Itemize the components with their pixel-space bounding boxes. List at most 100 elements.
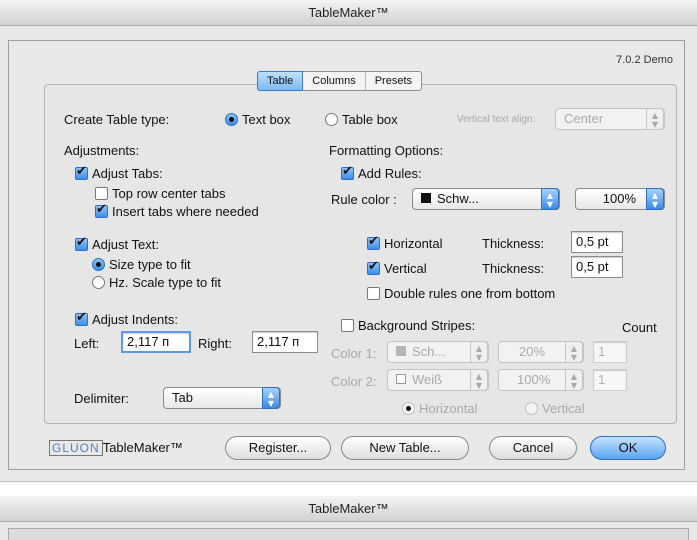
insert-tabs-checkbox[interactable]: Insert tabs where needed — [95, 202, 259, 219]
right-indent-label: Right: — [198, 336, 232, 351]
hz-scale-radio[interactable]: Hz. Scale type to fit — [92, 275, 221, 290]
rule-shade-value: 100% — [602, 191, 636, 206]
rule-shade-select[interactable]: 100% ▲ ▼ — [575, 188, 665, 210]
color1-count-field[interactable]: 1 — [593, 341, 627, 363]
dialog-panel-edge — [8, 528, 689, 540]
new-table-button[interactable]: New Table... — [341, 436, 469, 460]
delimiter-value: Tab — [172, 390, 193, 405]
color2-count-field[interactable]: 1 — [593, 369, 627, 391]
chevron-updown-icon: ▲ ▼ — [541, 188, 559, 210]
adjustments-heading: Adjustments: — [64, 143, 140, 158]
chevron-updown-icon: ▲ ▼ — [646, 188, 664, 210]
size-type-radio[interactable]: Size type to fit — [92, 257, 191, 272]
color2-shade-select[interactable]: 100% ▲ ▼ — [498, 369, 584, 391]
radio-indicator — [92, 276, 105, 289]
checkbox-indicator — [367, 259, 380, 275]
left-indent-label: Left: — [74, 336, 100, 351]
delimiter-label: Delimiter: — [74, 391, 129, 406]
adjust-tabs-checkbox[interactable]: Adjust Tabs: — [75, 164, 163, 181]
chevron-updown-icon: ▲ ▼ — [565, 341, 583, 363]
color-swatch-icon — [396, 346, 406, 356]
horizontal-rule-checkbox[interactable]: Horizontal — [367, 234, 443, 251]
color2-value: Weiß — [412, 372, 443, 387]
count-label: Count — [622, 320, 657, 335]
checkbox-indicator — [75, 164, 88, 180]
table-box-radio[interactable]: Table box — [325, 112, 398, 127]
add-rules-checkbox[interactable]: Add Rules: — [341, 164, 422, 181]
color2-select[interactable]: Weiß ▲ ▼ — [387, 369, 489, 391]
double-rules-checkbox[interactable]: Double rules one from bottom — [367, 286, 555, 301]
checkbox-indicator — [75, 235, 88, 251]
tab-table[interactable]: Table — [257, 71, 304, 91]
adjust-indents-checkbox[interactable]: Adjust Indents: — [75, 310, 178, 327]
stripe-horizontal-label: Horizontal — [419, 401, 478, 416]
create-table-label: Create Table type: — [64, 112, 170, 127]
v-thickness-label: Thickness: — [482, 261, 545, 276]
chevron-updown-icon: ▲ ▼ — [470, 369, 488, 391]
color1-shade-select[interactable]: 20% ▲ ▼ — [498, 341, 584, 363]
stripe-horizontal-radio[interactable]: Horizontal — [402, 401, 478, 416]
adjust-indents-label: Adjust Indents: — [92, 312, 178, 327]
color-swatch-icon — [421, 193, 431, 203]
gluon-logo: GLUON TableMaker™ — [49, 440, 183, 456]
adjust-text-checkbox[interactable]: Adjust Text: — [75, 235, 159, 252]
rule-color-label: Rule color : — [331, 192, 397, 207]
window-title: TableMaker™ — [0, 0, 697, 26]
adjust-tabs-label: Adjust Tabs: — [92, 166, 163, 181]
rule-color-value: Schw... — [437, 191, 479, 206]
color2-label: Color 2: — [331, 374, 377, 389]
size-type-label: Size type to fit — [109, 257, 191, 272]
stripe-vertical-label: Vertical — [542, 401, 585, 416]
color1-label: Color 1: — [331, 346, 377, 361]
add-rules-label: Add Rules: — [358, 166, 422, 181]
tab-columns[interactable]: Columns — [303, 72, 366, 90]
color2-shade-value: 100% — [517, 372, 551, 387]
chevron-updown-icon: ▲ ▼ — [565, 369, 583, 391]
checkbox-indicator — [367, 287, 380, 300]
h-thickness-label: Thickness: — [482, 236, 545, 251]
radio-indicator — [525, 402, 538, 415]
window-title: TableMaker™ — [0, 496, 697, 522]
checkbox-indicator — [341, 319, 354, 332]
vertical-align-select[interactable]: Center ▲ ▼ — [555, 108, 665, 130]
top-row-center-label: Top row center tabs — [112, 186, 226, 201]
stripe-vertical-radio[interactable]: Vertical — [525, 401, 585, 416]
delimiter-select[interactable]: Tab ▲ ▼ — [163, 387, 281, 409]
text-box-label: Text box — [242, 112, 291, 127]
rule-color-select[interactable]: Schw... ▲ ▼ — [412, 188, 560, 210]
logo-brand: GLUON — [49, 440, 103, 456]
checkbox-indicator — [95, 187, 108, 200]
top-row-center-checkbox[interactable]: Top row center tabs — [95, 186, 225, 201]
color1-shade-value: 20% — [519, 344, 546, 359]
logo-product: TableMaker™ — [102, 440, 183, 455]
color1-select[interactable]: Sch... ▲ ▼ — [387, 341, 489, 363]
hz-scale-label: Hz. Scale type to fit — [109, 275, 221, 290]
left-indent-field[interactable]: 2,117 п — [121, 331, 191, 353]
cancel-button[interactable]: Cancel — [489, 436, 577, 460]
vertical-rule-label: Vertical — [384, 261, 427, 276]
formatting-heading: Formatting Options: — [329, 143, 444, 158]
chevron-updown-icon: ▲ ▼ — [470, 341, 488, 363]
vertical-rule-checkbox[interactable]: Vertical — [367, 259, 427, 276]
v-thickness-field[interactable]: 0,5 pt — [571, 256, 623, 278]
vertical-align-value: Center — [564, 111, 604, 126]
bg-stripes-checkbox[interactable]: Background Stripes: — [341, 318, 475, 333]
bg-stripes-label: Background Stripes: — [358, 318, 476, 333]
radio-indicator — [325, 113, 338, 126]
text-box-radio[interactable]: Text box — [225, 112, 290, 127]
radio-indicator — [92, 258, 105, 271]
insert-tabs-label: Insert tabs where needed — [112, 204, 259, 219]
adjust-text-label: Adjust Text: — [92, 237, 159, 252]
tab-presets[interactable]: Presets — [366, 72, 421, 90]
chevron-updown-icon: ▲ ▼ — [262, 387, 280, 409]
right-indent-field[interactable]: 2,117 п — [252, 331, 318, 353]
h-thickness-field[interactable]: 0,5 pt — [571, 231, 623, 253]
ok-button[interactable]: OK — [590, 436, 666, 460]
register-button[interactable]: Register... — [225, 436, 331, 460]
checkbox-indicator — [341, 164, 354, 180]
chevron-updown-icon: ▲ ▼ — [646, 108, 664, 130]
checkbox-indicator — [75, 310, 88, 326]
horizontal-rule-label: Horizontal — [384, 236, 443, 251]
color-swatch-icon — [396, 374, 406, 384]
tablemaker-window: TableMaker™ 7.0.2 Demo Table Columns Pre… — [0, 0, 697, 482]
